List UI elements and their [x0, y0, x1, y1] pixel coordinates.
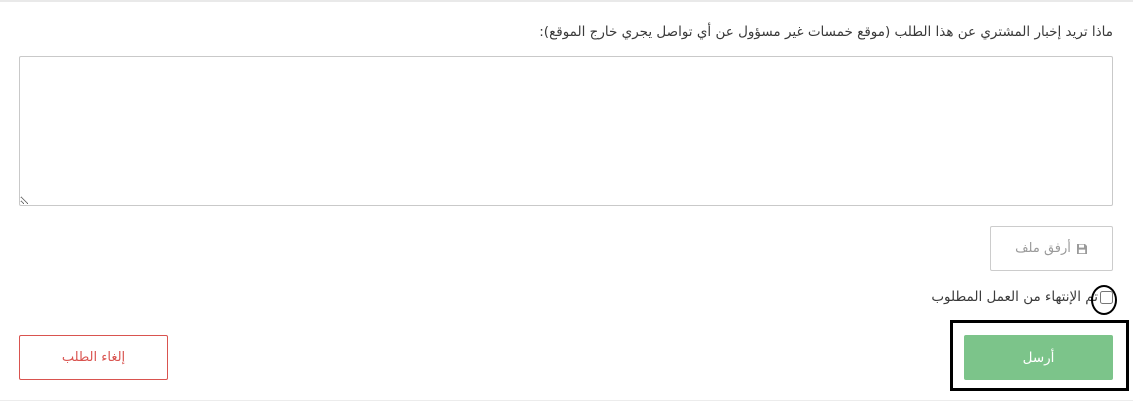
attach-file-label: أرفق ملف — [1015, 241, 1071, 256]
message-textarea[interactable] — [19, 56, 1113, 206]
work-done-label: تم الإنتهاء من العمل المطلوب — [931, 289, 1098, 305]
submit-button[interactable]: أرسل — [964, 335, 1113, 380]
work-done-checkbox-row: تم الإنتهاء من العمل المطلوب — [931, 289, 1113, 305]
work-done-checkbox[interactable] — [1100, 290, 1113, 304]
message-question-label: ماذا تريد إخبار المشتري عن هذا الطلب (مو… — [539, 24, 1113, 40]
cancel-order-button[interactable]: إلغاء الطلب — [19, 335, 168, 380]
save-icon — [1076, 243, 1088, 255]
top-divider — [0, 0, 1133, 2]
attach-file-button[interactable]: أرفق ملف — [990, 226, 1113, 271]
